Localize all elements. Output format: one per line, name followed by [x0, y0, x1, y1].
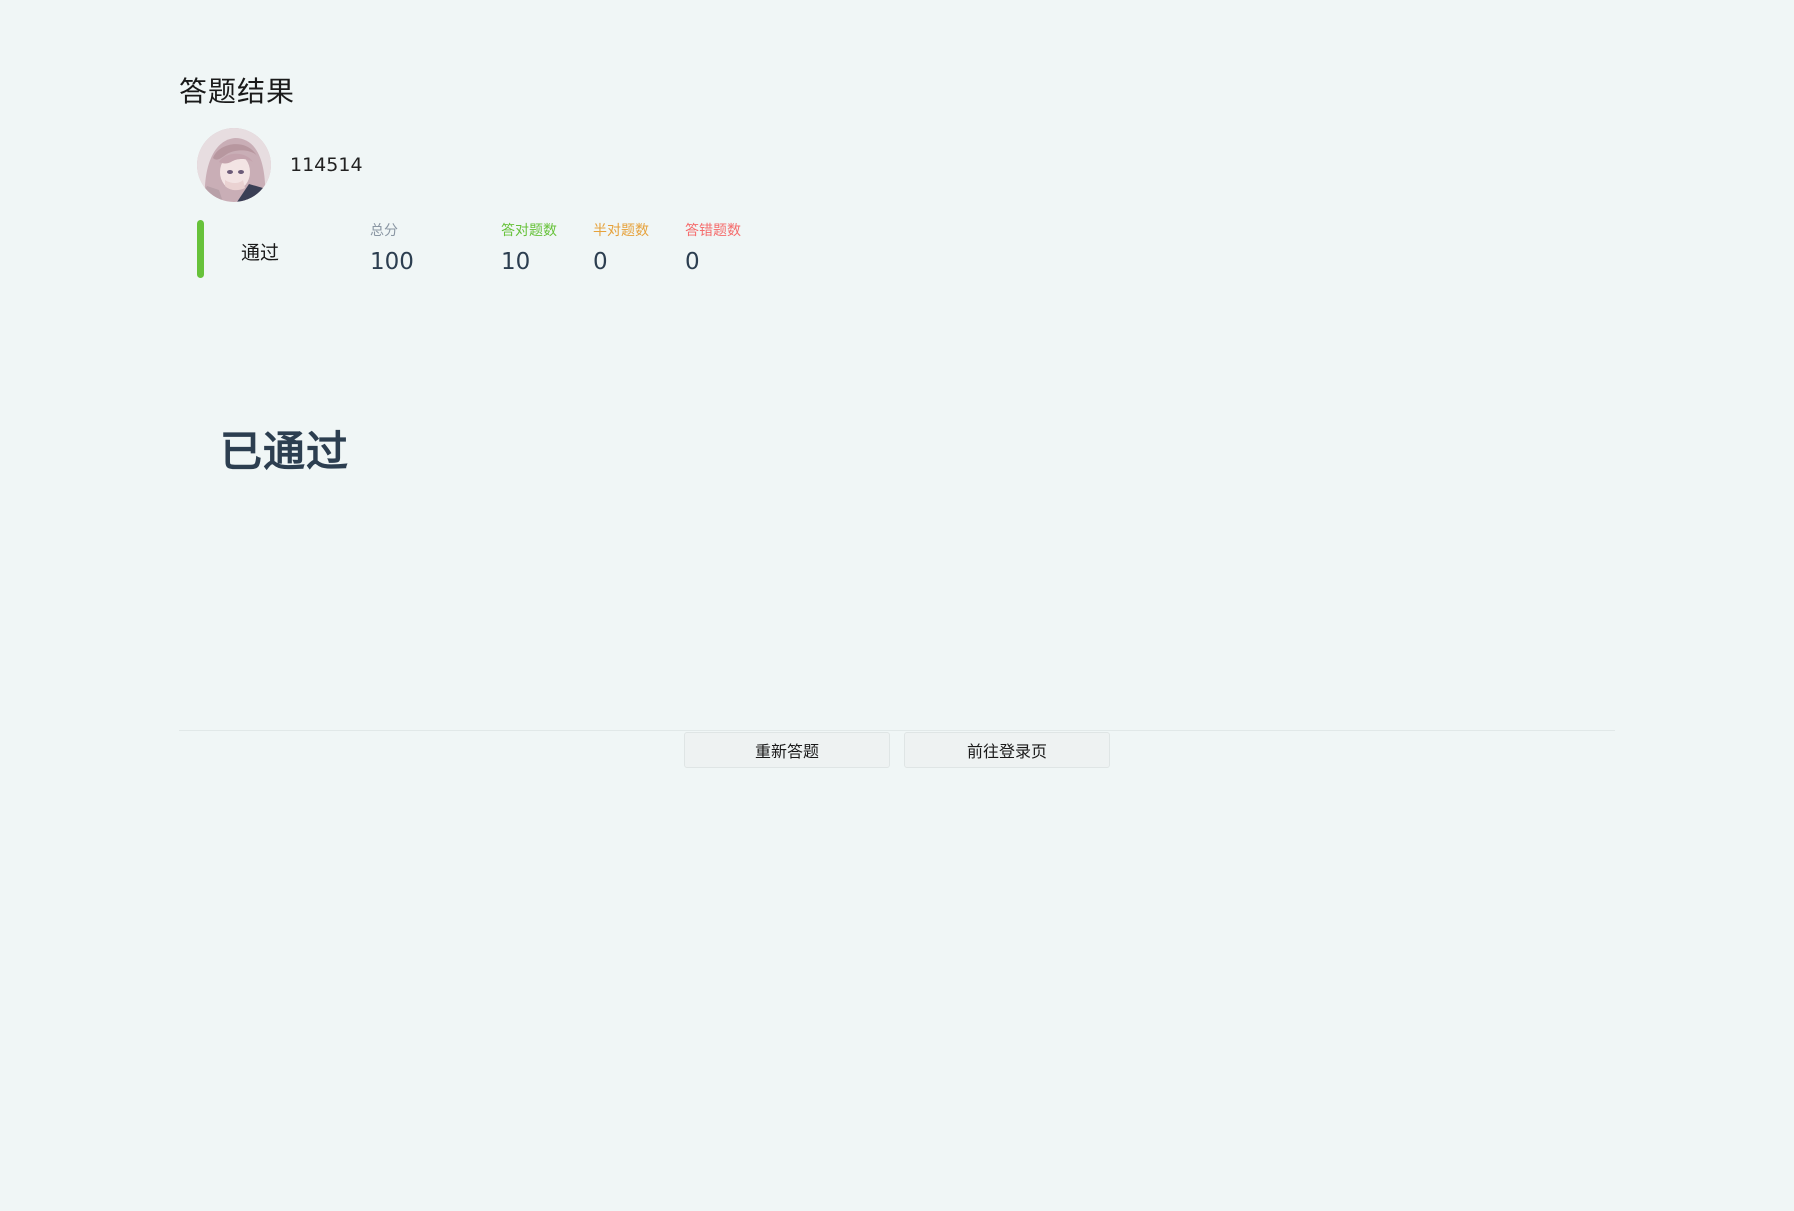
stat-label: 答对题数	[501, 223, 557, 239]
result-heading: 已通过	[220, 427, 350, 476]
user-info: 114514	[197, 128, 363, 202]
go-to-login-button[interactable]: 前往登录页	[904, 732, 1110, 768]
stat-value: 0	[593, 249, 608, 275]
stat-label: 总分	[370, 223, 398, 239]
stat-correct-count: 答对题数 10	[501, 222, 557, 277]
stat-value: 0	[685, 249, 700, 275]
status-text: 通过	[241, 242, 280, 264]
stat-wrong-count: 答错题数 0	[685, 222, 741, 277]
stat-value: 100	[370, 249, 414, 275]
username: 114514	[290, 154, 363, 176]
stat-label: 半对题数	[593, 223, 649, 239]
stat-half-correct-count: 半对题数 0	[593, 222, 649, 277]
avatar-image	[197, 128, 271, 202]
status-indicator-bar	[197, 220, 204, 278]
avatar	[197, 128, 271, 202]
retry-button[interactable]: 重新答题	[684, 732, 890, 768]
stat-label: 答错题数	[685, 223, 741, 239]
stat-value: 10	[501, 249, 531, 275]
page-title: 答题结果	[179, 75, 296, 108]
stat-total-score: 总分 100	[370, 222, 414, 277]
divider	[179, 730, 1615, 731]
